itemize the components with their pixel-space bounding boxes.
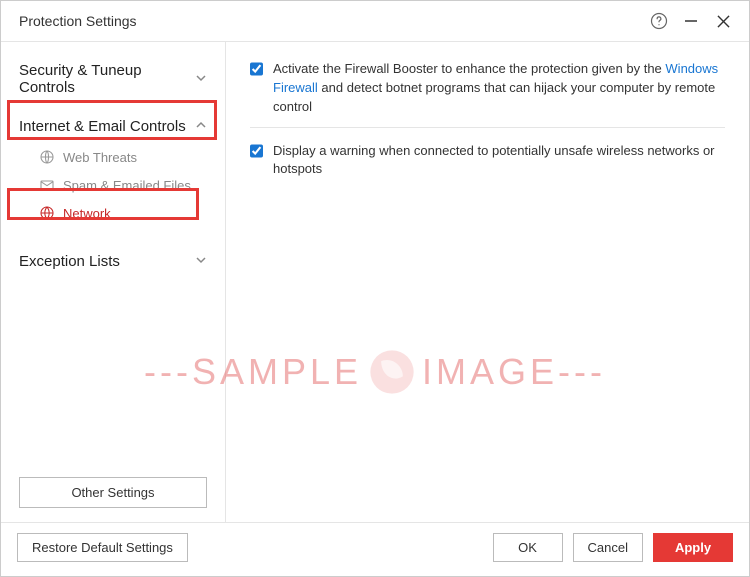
sidebar-item-label: Security & Tuneup Controls [19, 62, 195, 96]
sidebar-item-internet-email[interactable]: Internet & Email Controls [1, 110, 225, 143]
checkbox-wifi-warning[interactable] [250, 144, 263, 158]
sidebar-sub-label: Spam & Emailed Files [63, 178, 191, 193]
sidebar-sub-spam[interactable]: Spam & Emailed Files [1, 171, 225, 199]
sidebar-item-label: Internet & Email Controls [19, 118, 186, 135]
chevron-down-icon [195, 254, 207, 269]
option-wifi-warning[interactable]: Display a warning when connected to pote… [250, 142, 725, 180]
restore-defaults-button[interactable]: Restore Default Settings [17, 533, 188, 562]
ok-button[interactable]: OK [493, 533, 563, 562]
sidebar-sub-label: Web Threats [63, 150, 137, 165]
bottom-bar: Restore Default Settings OK Cancel Apply [1, 522, 749, 572]
sidebar-sub-web-threats[interactable]: Web Threats [1, 143, 225, 171]
network-icon [39, 205, 55, 221]
sidebar-sub-label: Network [63, 206, 111, 221]
checkbox-firewall-booster[interactable] [250, 62, 263, 76]
window-title: Protection Settings [19, 13, 639, 29]
chevron-up-icon [195, 119, 207, 134]
chevron-down-icon [195, 72, 207, 87]
envelope-icon [39, 177, 55, 193]
globe-icon [39, 149, 55, 165]
main-panel: Activate the Firewall Booster to enhance… [226, 42, 749, 522]
option-text: Activate the Firewall Booster to enhance… [273, 60, 725, 117]
close-icon[interactable] [711, 9, 735, 33]
option-firewall-booster[interactable]: Activate the Firewall Booster to enhance… [250, 60, 725, 117]
sidebar-sub-network[interactable]: Network [1, 199, 225, 227]
cancel-button[interactable]: Cancel [573, 533, 643, 562]
apply-button[interactable]: Apply [653, 533, 733, 562]
help-icon[interactable] [647, 9, 671, 33]
other-settings-button[interactable]: Other Settings [19, 477, 207, 508]
sidebar-item-exception-lists[interactable]: Exception Lists [1, 245, 225, 278]
sidebar: Security & Tuneup Controls Internet & Em… [1, 42, 226, 522]
sidebar-item-security-tuneup[interactable]: Security & Tuneup Controls [1, 54, 225, 104]
sidebar-item-label: Exception Lists [19, 253, 120, 270]
minimize-icon[interactable] [679, 9, 703, 33]
option-text: Display a warning when connected to pote… [273, 142, 725, 180]
titlebar: Protection Settings [1, 1, 749, 41]
